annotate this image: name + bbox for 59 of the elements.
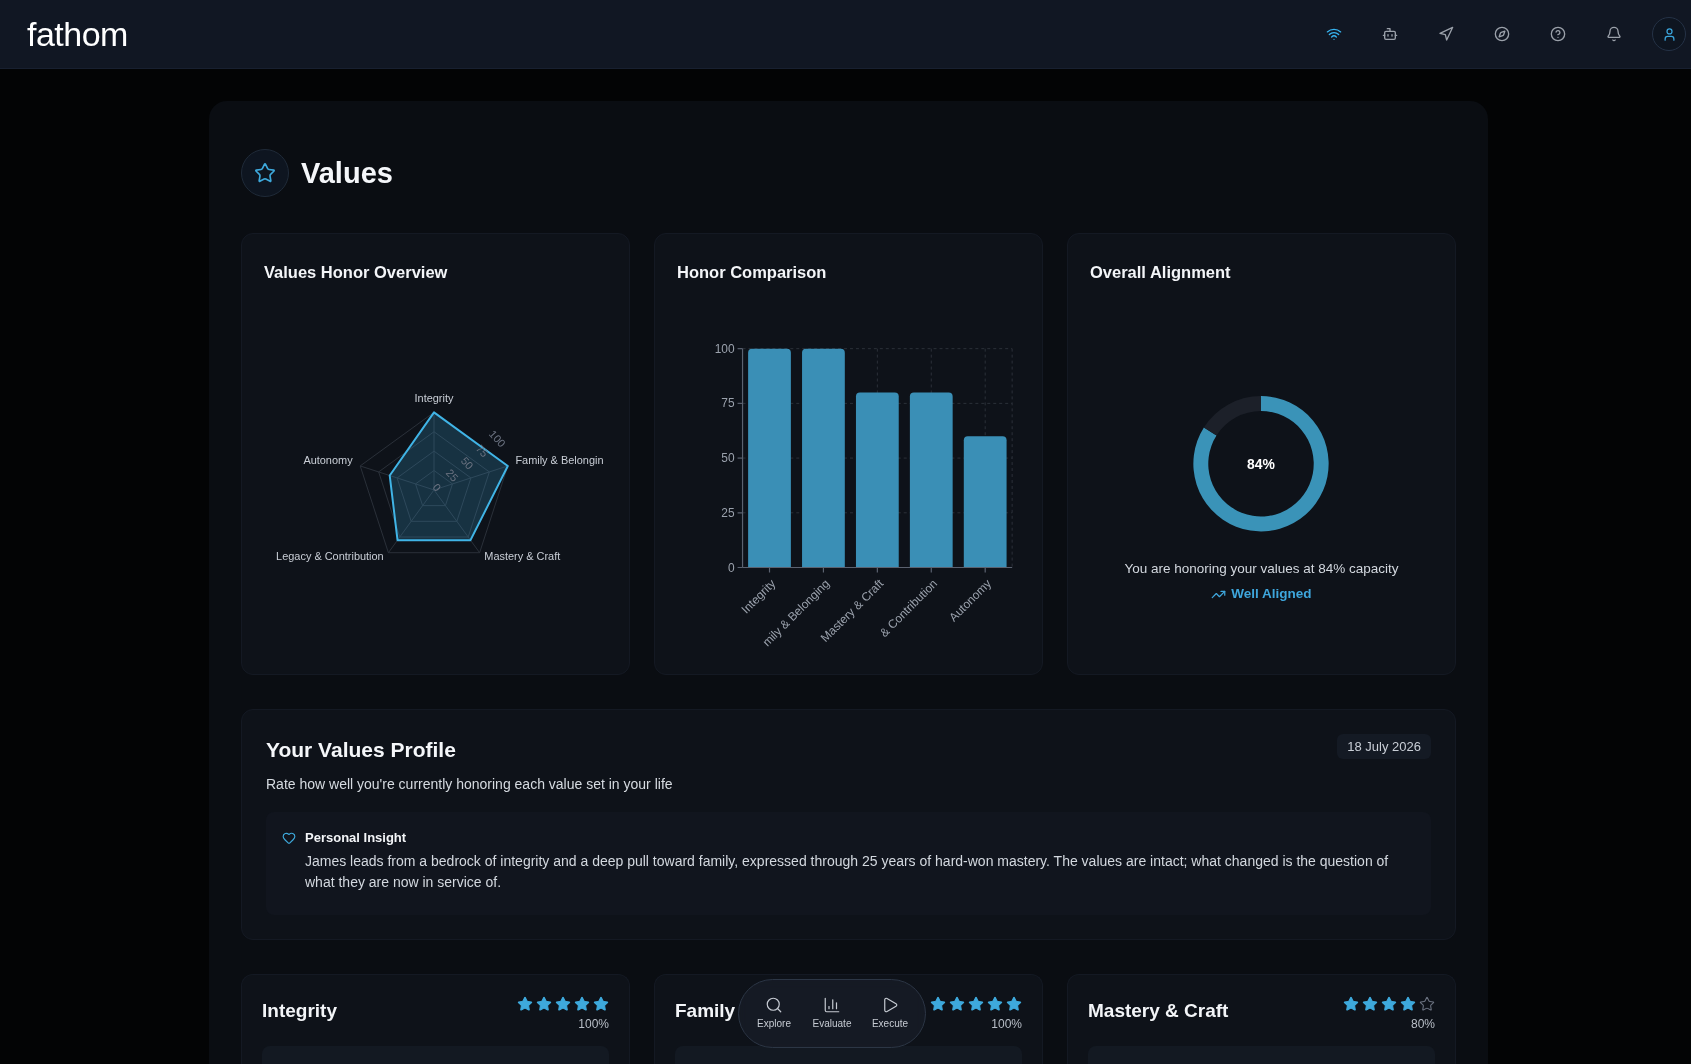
star-icon: [1362, 996, 1378, 1012]
tick-label: 25: [721, 505, 735, 520]
card-title: Mastery & Craft: [1088, 999, 1229, 1023]
bar-chart-icon: [823, 996, 841, 1014]
dock-button[interactable]: Evaluate: [805, 996, 859, 1031]
play-icon: [881, 996, 899, 1014]
profile-button[interactable]: [1652, 17, 1686, 51]
star-icon: [536, 996, 552, 1012]
star-icon: [593, 996, 609, 1012]
star-icon: [1006, 996, 1022, 1012]
insight-title: Personal Insight: [305, 829, 408, 847]
star-icon: [517, 996, 533, 1012]
date-badge: 18 July 2026: [1337, 734, 1431, 759]
tick-label: 0: [727, 560, 735, 575]
card-title: Values Honor Overview: [264, 262, 449, 283]
dock-button[interactable]: Execute: [863, 996, 917, 1031]
star-rating[interactable]: [930, 996, 1022, 1012]
tick-label: 25: [443, 466, 461, 484]
page-title: Values: [301, 156, 393, 191]
donut-center-value: 84%: [1247, 455, 1275, 472]
star-icon: [949, 996, 965, 1012]
card-title: Honor Comparison: [677, 262, 828, 283]
star-icon: [968, 996, 984, 1012]
star-icon: [574, 996, 590, 1012]
tick-label: 50: [458, 454, 476, 472]
logo[interactable]: fathom: [27, 17, 128, 51]
axis-label: Mastery & Craft: [484, 550, 561, 563]
dock-button[interactable]: Explore: [747, 996, 801, 1031]
card-title: Family: [675, 999, 736, 1023]
axis-label: Integrity: [414, 392, 454, 405]
axis-label: Autonomy: [303, 453, 353, 466]
star-icon: [987, 996, 1003, 1012]
tick-label: 100: [714, 341, 735, 356]
card-title: Integrity: [262, 999, 337, 1023]
star-icon: [555, 996, 571, 1012]
axis-label: Legacy & Contribution: [276, 550, 384, 563]
section-title: Your Values Profile: [266, 737, 457, 763]
insight-text: James leads from a bedrock of integrity and a deep pull toward family, expressed through 25 years of hard-won mastery. The values are intact; what changed is the question of what they are now in service of.: [305, 852, 1390, 892]
star-rating[interactable]: [1343, 996, 1435, 1012]
section-subtitle: Rate how well you're currently honoring each value set in your life: [266, 775, 673, 794]
star-icon: [930, 996, 946, 1012]
donut-caption: You are honoring your values at 84% capacity: [1124, 560, 1399, 578]
star-icon: [1419, 996, 1435, 1012]
card-title: Overall Alignment: [1090, 262, 1232, 283]
rating-percent: 100%: [991, 1016, 1022, 1032]
axis-label: Family & Belongin: [515, 453, 604, 466]
rating-percent: 100%: [578, 1016, 609, 1032]
rating-percent: 80%: [1410, 1016, 1435, 1032]
tick-label: 0: [430, 481, 444, 494]
status-label: Well Aligned: [1231, 585, 1312, 603]
tick-label: 75: [721, 396, 735, 411]
user-icon: [1661, 26, 1677, 42]
star-icon: [1343, 996, 1359, 1012]
star-rating[interactable]: [517, 996, 609, 1012]
heart-icon: [282, 831, 296, 845]
star-icon: [1381, 996, 1397, 1012]
search-icon: [765, 996, 783, 1014]
tick-label: 50: [721, 451, 735, 466]
star-icon: [1400, 996, 1416, 1012]
